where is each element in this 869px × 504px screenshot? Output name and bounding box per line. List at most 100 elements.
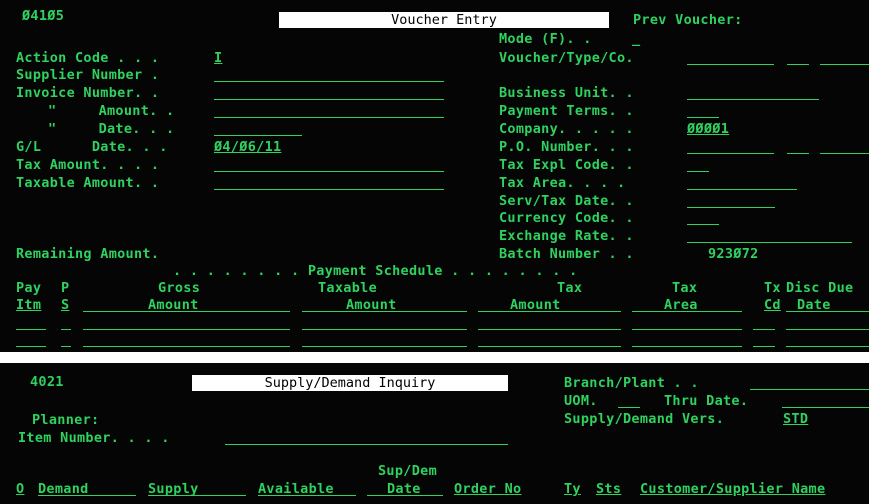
mode-label: Mode (F). . (499, 31, 592, 47)
payment-terms-field[interactable] (687, 117, 719, 118)
mode-field[interactable]: _ (632, 31, 640, 47)
tax-area-label: Tax Area. . . . (499, 175, 626, 191)
taxable-amount-field[interactable] (214, 189, 444, 190)
row1-taxarea-field[interactable] (632, 329, 742, 330)
sd-vers-label: Supply/Demand Vers. (564, 411, 725, 427)
col-gross-top: Gross (158, 280, 201, 296)
row2-tax-field[interactable] (478, 346, 621, 347)
gl-date-label: G/L Date. . . (16, 139, 168, 155)
tax-area-field[interactable] (687, 189, 797, 190)
thru-date-field[interactable] (782, 407, 869, 408)
col-date: Date (387, 481, 421, 497)
row2-taxable-field[interactable] (302, 346, 467, 347)
currency-code-field[interactable] (687, 224, 719, 225)
screen-title: Supply/Demand Inquiry (192, 375, 508, 391)
col-taxarea: Area (664, 297, 698, 313)
branch-plant-label: Branch/Plant . . (564, 375, 699, 391)
batch-number-label: Batch Number . . (499, 246, 634, 262)
serv-tax-date-field[interactable] (687, 207, 775, 208)
col-taxable-top: Taxable (318, 280, 377, 296)
voucher-type-co-label: Voucher/Type/Co. (499, 50, 634, 66)
col-customer-supplier: Customer/Supplier Name (640, 481, 826, 497)
currency-code-label: Currency Code. . (499, 210, 634, 226)
row2-txcd-field[interactable] (753, 346, 775, 347)
col-o: O (16, 481, 25, 497)
col-order-no: Order No (454, 481, 522, 497)
po-number-field[interactable] (687, 153, 774, 154)
tax-expl-code-label: Tax Expl Code. . (499, 157, 634, 173)
col-available: Available (258, 481, 334, 497)
row1-disc-due-field[interactable] (786, 329, 869, 330)
row1-gross-field[interactable] (83, 329, 290, 330)
col-demand: Demand (38, 481, 89, 497)
col-gross: Amount (148, 297, 199, 313)
po-company-field[interactable] (820, 153, 869, 154)
col-pay-itm-top: Pay (16, 280, 42, 296)
amount-field[interactable] (214, 117, 444, 118)
amount-label: " Amount. . (48, 103, 175, 119)
voucher-entry-screen: Ø41Ø5 Voucher Entry Prev Voucher: Mode (… (0, 0, 869, 352)
row1-txcd-field[interactable] (753, 329, 775, 330)
voucher-company-field[interactable] (820, 64, 869, 65)
item-number-field[interactable] (225, 444, 508, 445)
col-tax: Amount (510, 297, 561, 313)
invoice-date-field[interactable] (214, 135, 302, 136)
uom-field[interactable] (618, 407, 640, 408)
row2-pay-itm-field[interactable] (16, 346, 46, 347)
exchange-rate-field[interactable] (687, 242, 852, 243)
taxable-amount-label: Taxable Amount. . (16, 175, 160, 191)
row2-disc-due-field[interactable] (786, 346, 869, 347)
serv-tax-date-label: Serv/Tax Date. . (499, 193, 634, 209)
row1-pay-itm-field[interactable] (16, 329, 46, 330)
col-taxable: Amount (346, 297, 397, 313)
po-type-field[interactable] (787, 153, 809, 154)
payment-schedule-heading: . . . . . . . . Payment Schedule . . . .… (173, 263, 578, 279)
voucher-type-field[interactable] (787, 64, 809, 65)
row2-ps-field[interactable] (61, 346, 71, 347)
row1-tax-field[interactable] (478, 329, 621, 330)
thru-date-label: Thru Date. (664, 393, 749, 409)
col-disc-due: Date (797, 297, 831, 313)
screen-id: 4021 (30, 374, 64, 390)
row1-taxable-field[interactable] (302, 329, 467, 330)
supplier-number-label: Supplier Number . (16, 67, 160, 83)
col-pay-itm: Itm (16, 297, 42, 313)
voucher-number-field[interactable] (687, 64, 774, 65)
tax-amount-field[interactable] (214, 171, 444, 172)
tax-expl-code-field[interactable] (687, 171, 709, 172)
invoice-number-field[interactable] (214, 99, 444, 100)
col-txcd-top: Tx (764, 280, 781, 296)
invoice-number-label: Invoice Number. . (16, 85, 160, 101)
branch-plant-field[interactable] (750, 389, 869, 390)
action-code-field[interactable]: I (214, 50, 222, 66)
exchange-rate-label: Exchange Rate. . (499, 228, 634, 244)
screen-title: Voucher Entry (279, 12, 609, 28)
col-sts: Sts (596, 481, 622, 497)
col-supdem-top: Sup/Dem (378, 463, 437, 479)
remaining-amount-label: Remaining Amount. (16, 246, 160, 262)
sd-vers-field[interactable]: STD (783, 411, 808, 427)
business-unit-label: Business Unit. . (499, 85, 634, 101)
gl-date-field[interactable]: Ø4/Ø6/11 (214, 139, 281, 155)
batch-number-value: 923Ø72 (708, 246, 759, 262)
row1-ps-field[interactable] (61, 329, 71, 330)
row2-taxarea-field[interactable] (632, 346, 742, 347)
col-supply: Supply (148, 481, 199, 497)
col-txcd: Cd (764, 297, 781, 313)
col-ps: S (61, 297, 70, 313)
screen-id: Ø41Ø5 (22, 8, 65, 24)
col-ty: Ty (564, 481, 581, 497)
col-tax-top: Tax (557, 280, 583, 296)
payment-terms-label: Payment Terms. . (499, 103, 634, 119)
item-number-label: Item Number. . . . (18, 430, 170, 446)
company-field[interactable]: ØØØØ1 (687, 121, 729, 137)
row2-gross-field[interactable] (83, 346, 290, 347)
action-code-label: Action Code . . . (16, 50, 160, 66)
prev-voucher-label: Prev Voucher: (633, 12, 743, 28)
tax-amount-label: Tax Amount. . . . (16, 157, 160, 173)
supplier-number-field[interactable] (214, 81, 444, 82)
business-unit-field[interactable] (687, 99, 819, 100)
supply-demand-screen: 4021 Supply/Demand Inquiry Branch/Plant … (0, 363, 869, 504)
company-label: Company. . . . . (499, 121, 634, 137)
col-taxarea-top: Tax (672, 280, 698, 296)
